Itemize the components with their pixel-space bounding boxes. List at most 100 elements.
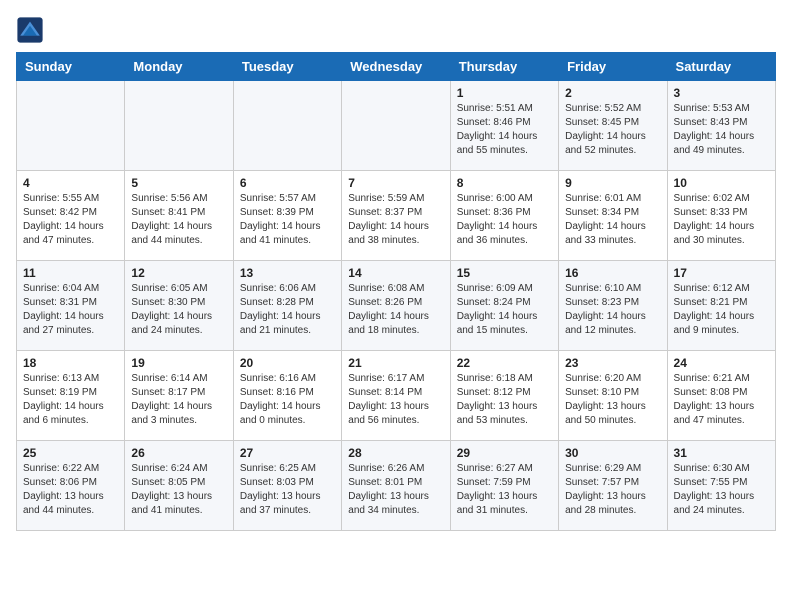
day-number: 10: [674, 176, 769, 190]
day-number: 6: [240, 176, 335, 190]
calendar-day-cell: 3 Sunrise: 5:53 AM Sunset: 8:43 PM Daylig…: [667, 81, 775, 171]
day-info: Sunrise: 6:14 AM Sunset: 8:17 PM Dayligh…: [131, 372, 226, 428]
day-number: 23: [565, 356, 660, 370]
day-info: Sunrise: 6:24 AM Sunset: 8:05 PM Dayligh…: [131, 462, 226, 518]
day-number: 22: [457, 356, 552, 370]
day-info: Sunrise: 5:56 AM Sunset: 8:41 PM Dayligh…: [131, 192, 226, 248]
logo: [16, 16, 48, 44]
day-of-week-header: Tuesday: [233, 53, 341, 81]
calendar-week-row: 4 Sunrise: 5:55 AM Sunset: 8:42 PM Daylig…: [17, 171, 776, 261]
calendar-week-row: 18 Sunrise: 6:13 AM Sunset: 8:19 PM Dayli…: [17, 351, 776, 441]
day-info: Sunrise: 6:27 AM Sunset: 7:59 PM Dayligh…: [457, 462, 552, 518]
logo-icon: [16, 16, 44, 44]
day-info: Sunrise: 6:12 AM Sunset: 8:21 PM Dayligh…: [674, 282, 769, 338]
calendar-day-cell: 31 Sunrise: 6:30 AM Sunset: 7:55 PM Dayli…: [667, 441, 775, 531]
day-of-week-header: Saturday: [667, 53, 775, 81]
day-number: 3: [674, 86, 769, 100]
day-number: 14: [348, 266, 443, 280]
day-number: 5: [131, 176, 226, 190]
calendar-day-cell: 5 Sunrise: 5:56 AM Sunset: 8:41 PM Daylig…: [125, 171, 233, 261]
calendar-day-cell: [233, 81, 341, 171]
calendar-day-cell: 29 Sunrise: 6:27 AM Sunset: 7:59 PM Dayli…: [450, 441, 558, 531]
calendar-day-cell: 22 Sunrise: 6:18 AM Sunset: 8:12 PM Dayli…: [450, 351, 558, 441]
day-info: Sunrise: 6:02 AM Sunset: 8:33 PM Dayligh…: [674, 192, 769, 248]
day-number: 17: [674, 266, 769, 280]
day-of-week-header: Wednesday: [342, 53, 450, 81]
calendar-day-cell: 18 Sunrise: 6:13 AM Sunset: 8:19 PM Dayli…: [17, 351, 125, 441]
day-info: Sunrise: 6:08 AM Sunset: 8:26 PM Dayligh…: [348, 282, 443, 338]
day-number: 20: [240, 356, 335, 370]
day-number: 25: [23, 446, 118, 460]
calendar-day-cell: [125, 81, 233, 171]
day-info: Sunrise: 6:05 AM Sunset: 8:30 PM Dayligh…: [131, 282, 226, 338]
calendar-day-cell: 26 Sunrise: 6:24 AM Sunset: 8:05 PM Dayli…: [125, 441, 233, 531]
page-header: [16, 16, 776, 44]
calendar-day-cell: 14 Sunrise: 6:08 AM Sunset: 8:26 PM Dayli…: [342, 261, 450, 351]
calendar-day-cell: 13 Sunrise: 6:06 AM Sunset: 8:28 PM Dayli…: [233, 261, 341, 351]
day-number: 1: [457, 86, 552, 100]
calendar-header: SundayMondayTuesdayWednesdayThursdayFrid…: [17, 53, 776, 81]
day-number: 29: [457, 446, 552, 460]
day-info: Sunrise: 6:26 AM Sunset: 8:01 PM Dayligh…: [348, 462, 443, 518]
day-number: 12: [131, 266, 226, 280]
calendar-day-cell: [342, 81, 450, 171]
calendar-day-cell: 4 Sunrise: 5:55 AM Sunset: 8:42 PM Daylig…: [17, 171, 125, 261]
day-info: Sunrise: 6:06 AM Sunset: 8:28 PM Dayligh…: [240, 282, 335, 338]
calendar-day-cell: 6 Sunrise: 5:57 AM Sunset: 8:39 PM Daylig…: [233, 171, 341, 261]
calendar-day-cell: 9 Sunrise: 6:01 AM Sunset: 8:34 PM Daylig…: [559, 171, 667, 261]
calendar-table: SundayMondayTuesdayWednesdayThursdayFrid…: [16, 52, 776, 531]
day-info: Sunrise: 6:13 AM Sunset: 8:19 PM Dayligh…: [23, 372, 118, 428]
day-of-week-header: Sunday: [17, 53, 125, 81]
day-number: 28: [348, 446, 443, 460]
calendar-day-cell: 28 Sunrise: 6:26 AM Sunset: 8:01 PM Dayli…: [342, 441, 450, 531]
calendar-day-cell: 1 Sunrise: 5:51 AM Sunset: 8:46 PM Daylig…: [450, 81, 558, 171]
day-info: Sunrise: 6:00 AM Sunset: 8:36 PM Dayligh…: [457, 192, 552, 248]
calendar-day-cell: [17, 81, 125, 171]
calendar-day-cell: 17 Sunrise: 6:12 AM Sunset: 8:21 PM Dayli…: [667, 261, 775, 351]
calendar-day-cell: 15Sunrise: 6:09 AM Sunset: 8:24 PM Dayli…: [450, 261, 558, 351]
day-of-week-header: Monday: [125, 53, 233, 81]
day-number: 7: [348, 176, 443, 190]
day-number: 19: [131, 356, 226, 370]
day-info: Sunrise: 5:51 AM Sunset: 8:46 PM Dayligh…: [457, 102, 552, 158]
calendar-day-cell: 11 Sunrise: 6:04 AM Sunset: 8:31 PM Dayli…: [17, 261, 125, 351]
day-info: Sunrise: 6:04 AM Sunset: 8:31 PM Dayligh…: [23, 282, 118, 338]
calendar-day-cell: 7Sunrise: 5:59 AM Sunset: 8:37 PM Daylig…: [342, 171, 450, 261]
calendar-day-cell: 8Sunrise: 6:00 AM Sunset: 8:36 PM Daylig…: [450, 171, 558, 261]
calendar-week-row: 25 Sunrise: 6:22 AM Sunset: 8:06 PM Dayli…: [17, 441, 776, 531]
calendar-day-cell: 20 Sunrise: 6:16 AM Sunset: 8:16 PM Dayli…: [233, 351, 341, 441]
day-info: Sunrise: 5:55 AM Sunset: 8:42 PM Dayligh…: [23, 192, 118, 248]
day-number: 15: [457, 266, 552, 280]
day-number: 9: [565, 176, 660, 190]
days-header-row: SundayMondayTuesdayWednesdayThursdayFrid…: [17, 53, 776, 81]
day-number: 16: [565, 266, 660, 280]
calendar-day-cell: 21 Sunrise: 6:17 AM Sunset: 8:14 PM Dayli…: [342, 351, 450, 441]
day-number: 13: [240, 266, 335, 280]
day-info: Sunrise: 6:01 AM Sunset: 8:34 PM Dayligh…: [565, 192, 660, 248]
day-number: 11: [23, 266, 118, 280]
day-of-week-header: Thursday: [450, 53, 558, 81]
day-number: 24: [674, 356, 769, 370]
calendar-day-cell: 27 Sunrise: 6:25 AM Sunset: 8:03 PM Dayli…: [233, 441, 341, 531]
day-number: 18: [23, 356, 118, 370]
day-number: 26: [131, 446, 226, 460]
day-info: Sunrise: 6:25 AM Sunset: 8:03 PM Dayligh…: [240, 462, 335, 518]
day-info: Sunrise: 6:10 AM Sunset: 8:23 PM Dayligh…: [565, 282, 660, 338]
day-info: Sunrise: 6:30 AM Sunset: 7:55 PM Dayligh…: [674, 462, 769, 518]
day-number: 4: [23, 176, 118, 190]
day-info: Sunrise: 5:57 AM Sunset: 8:39 PM Dayligh…: [240, 192, 335, 248]
calendar-day-cell: 30Sunrise: 6:29 AM Sunset: 7:57 PM Dayli…: [559, 441, 667, 531]
day-number: 31: [674, 446, 769, 460]
day-info: Sunrise: 6:17 AM Sunset: 8:14 PM Dayligh…: [348, 372, 443, 428]
calendar-body: 1 Sunrise: 5:51 AM Sunset: 8:46 PM Daylig…: [17, 81, 776, 531]
day-info: Sunrise: 6:16 AM Sunset: 8:16 PM Dayligh…: [240, 372, 335, 428]
day-number: 30: [565, 446, 660, 460]
calendar-day-cell: 2Sunrise: 5:52 AM Sunset: 8:45 PM Daylig…: [559, 81, 667, 171]
day-info: Sunrise: 6:18 AM Sunset: 8:12 PM Dayligh…: [457, 372, 552, 428]
calendar-day-cell: 12 Sunrise: 6:05 AM Sunset: 8:30 PM Dayli…: [125, 261, 233, 351]
day-number: 27: [240, 446, 335, 460]
day-info: Sunrise: 5:53 AM Sunset: 8:43 PM Dayligh…: [674, 102, 769, 158]
day-number: 21: [348, 356, 443, 370]
day-info: Sunrise: 6:22 AM Sunset: 8:06 PM Dayligh…: [23, 462, 118, 518]
calendar-week-row: 11 Sunrise: 6:04 AM Sunset: 8:31 PM Dayli…: [17, 261, 776, 351]
